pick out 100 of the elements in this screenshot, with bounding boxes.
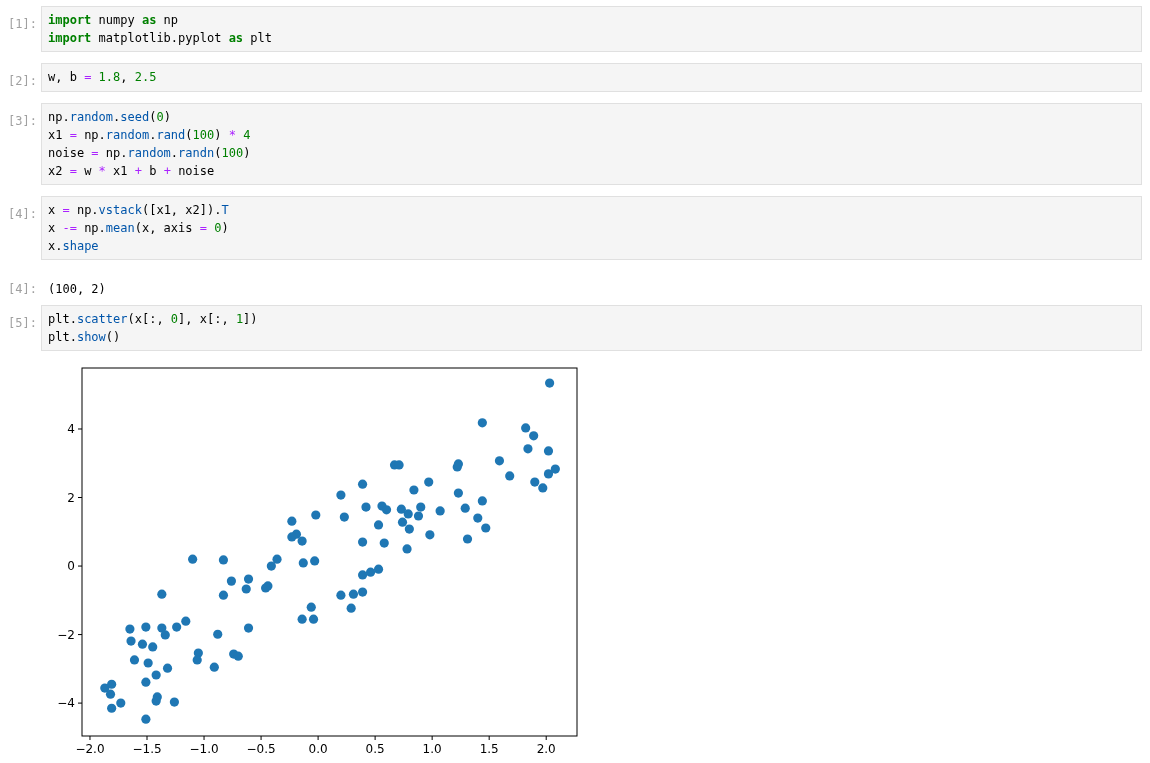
data-point: [116, 698, 126, 708]
data-point: [213, 629, 223, 639]
code-line: import matplotlib.pyplot as plt: [48, 30, 272, 47]
data-point: [358, 537, 368, 547]
code-cell[interactable]: w, b = 1.8, 2.5: [41, 63, 1142, 92]
data-point: [473, 513, 483, 523]
code-line: x -= np.mean(x, axis = 0): [48, 220, 229, 237]
data-point: [272, 554, 282, 564]
data-point: [462, 534, 473, 544]
data-point: [157, 623, 167, 633]
data-point: [494, 456, 505, 466]
code-cell[interactable]: np.random.seed(0) x1 = np.random.rand(100) * 4 noise = np.random.randn(100) x2 = w * x1 + b + noise: [41, 103, 1142, 185]
data-point: [435, 506, 445, 516]
y-tick-label: 4: [67, 422, 75, 436]
code-line: x1 = np.random.rand(100) * 4: [48, 127, 251, 144]
code-cell[interactable]: import numpy as np import matplotlib.pyplot as plt: [41, 6, 1142, 52]
x-tick-label: −1.5: [132, 742, 162, 756]
code-line: x2 = w * x1 + b + noise: [48, 163, 215, 180]
code-line: np.random.seed(0): [48, 109, 171, 126]
x-tick-label: 1.0: [422, 742, 442, 756]
data-point: [233, 651, 243, 661]
data-point: [505, 471, 515, 481]
data-point: [209, 662, 219, 672]
x-tick-label: 0.5: [365, 742, 385, 756]
cell-prompt: [5]:: [8, 316, 37, 330]
code-cell[interactable]: x = np.vstack([x1, x2]).T x -= np.mean(x, axis = 0) x.shape: [41, 196, 1142, 260]
cell-prompt: [4]:: [8, 207, 37, 221]
data-point: [181, 616, 191, 626]
data-point: [137, 639, 148, 649]
data-point: [141, 714, 151, 724]
data-point: [218, 590, 229, 600]
y-tick-label: −2: [57, 627, 75, 642]
data-point: [404, 524, 414, 534]
data-point: [348, 589, 359, 599]
data-point: [311, 510, 321, 520]
data-point: [169, 697, 179, 707]
data-point: [373, 564, 384, 574]
data-point: [453, 488, 463, 498]
y-tick-label: 0: [67, 559, 75, 574]
data-point: [481, 523, 491, 533]
data-point: [310, 556, 320, 566]
data-point: [105, 689, 116, 699]
data-point: [538, 483, 548, 493]
x-tick-label: −0.5: [246, 742, 276, 756]
data-point: [460, 503, 470, 513]
data-point: [306, 602, 316, 612]
code-cell[interactable]: plt.scatter(x[:, 0], x[:, 1]) plt.show(): [41, 305, 1142, 351]
data-point: [529, 431, 539, 441]
cell-prompt: [4]:: [8, 282, 37, 296]
data-point: [409, 485, 419, 495]
code-line: x = np.vstack([x1, x2]).T: [48, 202, 229, 219]
cell-prompt: [1]:: [8, 17, 37, 31]
data-point: [287, 516, 297, 526]
data-point: [346, 603, 356, 613]
data-point: [162, 663, 173, 673]
data-point: [218, 555, 229, 565]
data-point: [125, 624, 135, 634]
data-point: [336, 490, 346, 500]
data-point: [192, 655, 202, 665]
data-point: [358, 479, 368, 489]
data-point: [266, 561, 276, 571]
data-point: [550, 464, 560, 474]
data-point: [297, 614, 307, 624]
data-point: [523, 444, 533, 454]
code-line: noise = np.random.randn(100): [48, 145, 251, 162]
data-point: [477, 418, 487, 428]
data-point: [521, 423, 531, 433]
data-point: [141, 622, 151, 632]
code-line: x.shape: [48, 238, 99, 255]
data-point: [402, 544, 412, 554]
data-point: [530, 477, 540, 487]
data-point: [477, 496, 487, 506]
code-line: w, b = 1.8, 2.5: [48, 69, 157, 86]
data-point: [416, 502, 426, 512]
data-point: [394, 460, 404, 470]
data-point: [397, 517, 408, 527]
data-point: [241, 584, 251, 594]
code-line: plt.show(): [48, 329, 121, 346]
y-tick-label: −4: [57, 696, 75, 711]
output-text: (100, 2): [48, 282, 106, 296]
data-point: [129, 655, 140, 665]
data-point: [358, 587, 368, 597]
x-tick-label: −2.0: [75, 742, 105, 756]
data-point: [424, 477, 434, 487]
data-point: [361, 502, 371, 512]
code-line: plt.scatter(x[:, 0], x[:, 1]): [48, 311, 258, 328]
x-tick-label: 1.5: [479, 742, 499, 756]
data-point: [543, 469, 554, 479]
data-point: [373, 520, 384, 530]
data-point: [141, 677, 151, 687]
code-line: import numpy as np: [48, 12, 179, 29]
data-point: [396, 504, 406, 514]
data-point: [143, 658, 153, 668]
data-point: [403, 509, 413, 519]
x-tick-label: −1.0: [189, 742, 219, 756]
data-point: [297, 536, 307, 546]
data-point: [148, 642, 158, 652]
data-point: [107, 703, 117, 713]
data-point: [188, 554, 198, 564]
data-point: [543, 446, 554, 456]
